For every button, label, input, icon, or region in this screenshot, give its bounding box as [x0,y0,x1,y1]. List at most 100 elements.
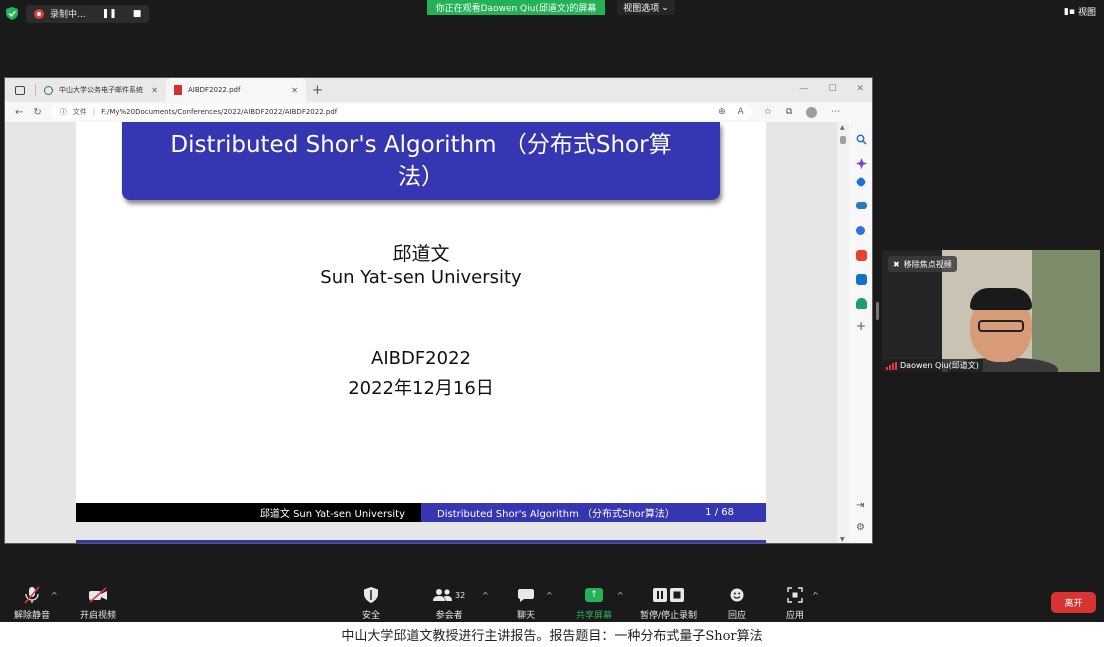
copilot-icon[interactable] [856,154,867,169]
viewing-banner: 你正在观看Daowen Qiu(邱道文)的屏幕 [427,0,605,15]
browser-tab-bar: 中山大学公务电子邮件系统 ✕ AIBDF2022.pdf ✕ + — ☐ ✕ [5,78,872,102]
video-off-icon [88,585,108,605]
outlook-icon[interactable] [856,274,867,285]
apps-label: 应用 [786,611,805,621]
scroll-up-icon[interactable]: ▲ [840,124,845,131]
read-aloud-icon[interactable]: A [738,107,744,117]
audio-options-caret-icon[interactable]: ^ [51,591,58,600]
participants-label: 参会者 [435,611,463,621]
toolbox-icon[interactable] [856,202,867,209]
zoom-icon[interactable]: ⊕ [718,107,726,117]
slide-conference: AIBDF2022 [371,348,471,369]
chat-bubble-icon [518,585,534,605]
tab-actions-icon[interactable] [15,85,25,95]
info-icon[interactable]: ⓘ [60,107,67,117]
back-icon[interactable]: ← [15,107,23,118]
more-menu-icon[interactable]: ⋯ [831,107,840,117]
pause-recording-icon[interactable]: ❚❚ [102,9,117,19]
tree-icon[interactable] [856,298,867,309]
maximize-icon[interactable]: ☐ [828,84,836,94]
participants-icon: 32 [433,585,465,605]
tab-email[interactable]: 中山大学公务电子邮件系统 ✕ [36,78,166,102]
chat-caret-icon[interactable]: ^ [546,591,553,600]
refresh-icon[interactable]: ↻ [33,107,41,118]
people-icon[interactable] [856,226,865,235]
meeting-toolbar: 解除静音 ^ 开启视频 安全 32 参会者 ^ 聊天 ^ ↑ 共享屏幕 ^ 暂停… [0,585,1104,622]
start-video-button[interactable]: 开启视频 [80,585,116,621]
slide-title: Distributed Shor's Algorithm （分布式Shor算法） [122,122,720,200]
pause-stop-recording-button[interactable]: 暂停/停止录制 [640,585,697,621]
recording-label: 录制中... [50,10,86,20]
participants-button[interactable]: 32 参会者 [433,585,465,621]
address-bar-row: ← ↻ ⓘ 文件 | F:/My%20Documents/Conferences… [5,102,872,122]
view-options-button[interactable]: 视图选项 ⌄ [617,0,675,15]
email-favicon-icon [44,85,53,95]
slide-footer-author: 邱道文 Sun Yat-sen University [259,509,405,520]
tab-pdf-label: AIBDF2022.pdf [188,86,241,94]
view-button-label: 视图 [1077,8,1096,18]
settings-gear-icon[interactable]: ⚙ [856,522,865,533]
remove-spotlight-button[interactable]: ✖ 移除焦点视频 [888,256,957,272]
view-layout-icon: ▮▪ [1063,6,1075,17]
apps-button[interactable]: 应用 [786,585,804,621]
pause-stop-icon [652,585,685,605]
recording-dot-icon [34,8,44,19]
url-right-icons: ⊕ A [718,107,744,117]
video-background-right [1032,250,1100,372]
favorites-star-icon[interactable]: ☆ [764,107,772,117]
scroll-down-icon[interactable]: ▼ [840,536,845,543]
recording-indicator: 录制中... ❚❚ ■ [26,4,150,23]
pdf-scrollbar[interactable]: ▲ ▼ [837,122,849,543]
new-tab-icon[interactable]: + [312,83,323,98]
share-screen-button[interactable]: ↑ 共享屏幕 [576,585,612,621]
panel-resize-handle[interactable] [876,302,879,320]
participant-video-tile[interactable]: ✖ 移除焦点视频 Daowen Qiu(邱道文) [882,250,1100,372]
browser-toolbar-icons: ☆ ⧉ ⋯ [764,106,840,118]
close-window-icon[interactable]: ✕ [856,84,864,94]
video-person-hair [970,288,1032,310]
address-bar[interactable]: ⓘ 文件 | F:/My%20Documents/Conferences/202… [51,104,752,120]
reactions-label: 回应 [728,611,747,621]
close-icon[interactable]: ✕ [151,86,158,95]
pdf-favicon-icon [174,85,182,95]
view-button[interactable]: ▮▪ 视图 [1063,5,1096,19]
add-icon[interactable]: + [856,319,866,333]
unmute-button[interactable]: 解除静音 [14,585,50,621]
participants-caret-icon[interactable]: ^ [482,591,489,600]
zoom-meeting-window: 录制中... ❚❚ ■ 你正在观看Daowen Qiu(邱道文)的屏幕 视图选项… [0,0,1104,622]
security-shield-icon[interactable] [4,6,20,22]
stop-recording-icon[interactable]: ■ [133,9,142,19]
url-separator: | [92,108,96,116]
slide-university: Sun Yat-sen University [320,267,522,288]
participant-name-label: Daowen Qiu(邱道文) [882,359,983,372]
office-icon[interactable] [856,250,867,261]
apps-caret-icon[interactable]: ^ [812,591,819,600]
leave-button[interactable]: 离开 [1051,592,1096,613]
tag-icon[interactable] [855,176,867,188]
collections-icon[interactable]: ⧉ [786,107,792,117]
search-icon[interactable] [856,130,867,145]
profile-avatar[interactable] [806,106,818,118]
unmute-label: 解除静音 [14,611,51,621]
reactions-button[interactable]: 回应 [728,585,746,621]
participant-count: 32 [455,590,466,600]
connection-signal-icon [886,361,897,370]
share-screen-label: 共享屏幕 [576,611,613,621]
file-label: 文件 [72,108,87,116]
close-icon[interactable]: ✕ [291,86,298,95]
slide-page-number: 1 / 68 [705,507,734,518]
pin-icon: ✖ [893,259,900,269]
scrollbar-thumb[interactable] [840,136,846,144]
chat-label: 聊天 [517,611,536,621]
chat-button[interactable]: 聊天 [517,585,535,621]
tab-email-label: 中山大学公务电子邮件系统 [59,86,143,94]
video-person-glasses [978,320,1024,332]
security-button[interactable]: 安全 [362,585,380,621]
sidebar-toggle-icon[interactable]: ⇥ [856,500,864,511]
pause-stop-recording-label: 暂停/停止录制 [640,611,698,621]
chevron-down-icon: ⌄ [661,2,669,13]
tab-pdf[interactable]: AIBDF2022.pdf ✕ [166,78,306,102]
share-caret-icon[interactable]: ^ [617,591,624,600]
minimize-icon[interactable]: — [799,84,808,94]
pdf-viewer[interactable]: Distributed Shor's Algorithm （分布式Shor算法）… [5,122,849,543]
